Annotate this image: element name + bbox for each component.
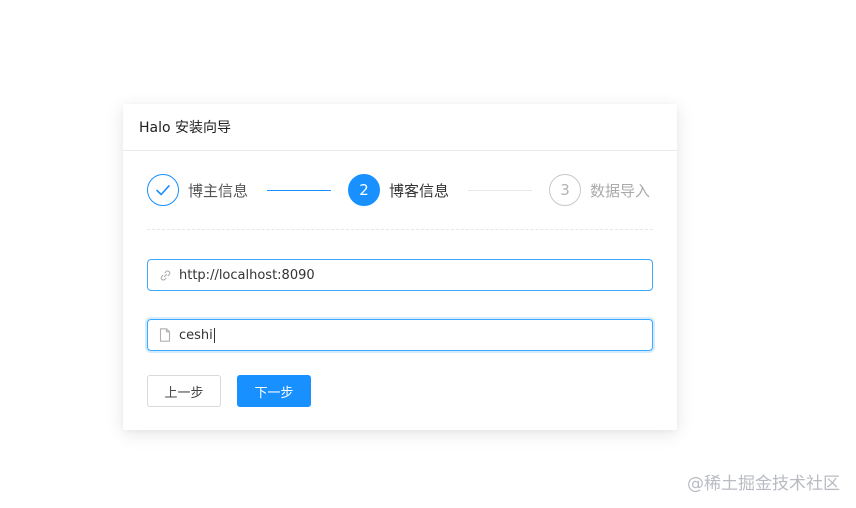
step-3-circle: 3 — [549, 174, 581, 206]
step-connector-1 — [267, 190, 331, 191]
step-data-import: 3 数据导入 — [549, 174, 650, 206]
step-3-label: 数据导入 — [590, 181, 651, 200]
step-2-circle: 2 — [348, 174, 380, 206]
step-2-label: 博客信息 — [389, 181, 450, 200]
blog-url-input[interactable]: http://localhost:8090 — [147, 259, 653, 291]
blog-title-input[interactable]: ceshi — [147, 319, 653, 351]
check-icon — [156, 185, 170, 196]
install-wizard-card: Halo 安装向导 博主信息 2 博客信息 3 数据导入 http://loca… — [123, 104, 677, 430]
link-icon — [158, 268, 172, 282]
prev-step-button[interactable]: 上一步 — [147, 375, 221, 407]
blog-title-value: ceshi — [179, 327, 213, 343]
blog-url-value: http://localhost:8090 — [179, 267, 315, 283]
next-step-button[interactable]: 下一步 — [237, 375, 311, 407]
wizard-title: Halo 安装向导 — [139, 120, 232, 136]
step-1-circle — [147, 174, 179, 206]
text-caret — [213, 327, 215, 343]
steps-bar: 博主信息 2 博客信息 3 数据导入 — [147, 174, 653, 208]
step-1-label: 博主信息 — [188, 181, 249, 200]
step-connector-2 — [468, 190, 532, 191]
step-3-number: 3 — [560, 181, 570, 199]
watermark: @稀土掘金技术社区 — [687, 474, 840, 494]
steps-divider — [147, 229, 653, 230]
file-icon — [158, 328, 172, 342]
card-header: Halo 安装向导 — [123, 104, 677, 151]
step-blogger-info: 博主信息 — [147, 174, 248, 206]
step-2-number: 2 — [359, 181, 369, 199]
step-blog-info: 2 博客信息 — [348, 174, 449, 206]
